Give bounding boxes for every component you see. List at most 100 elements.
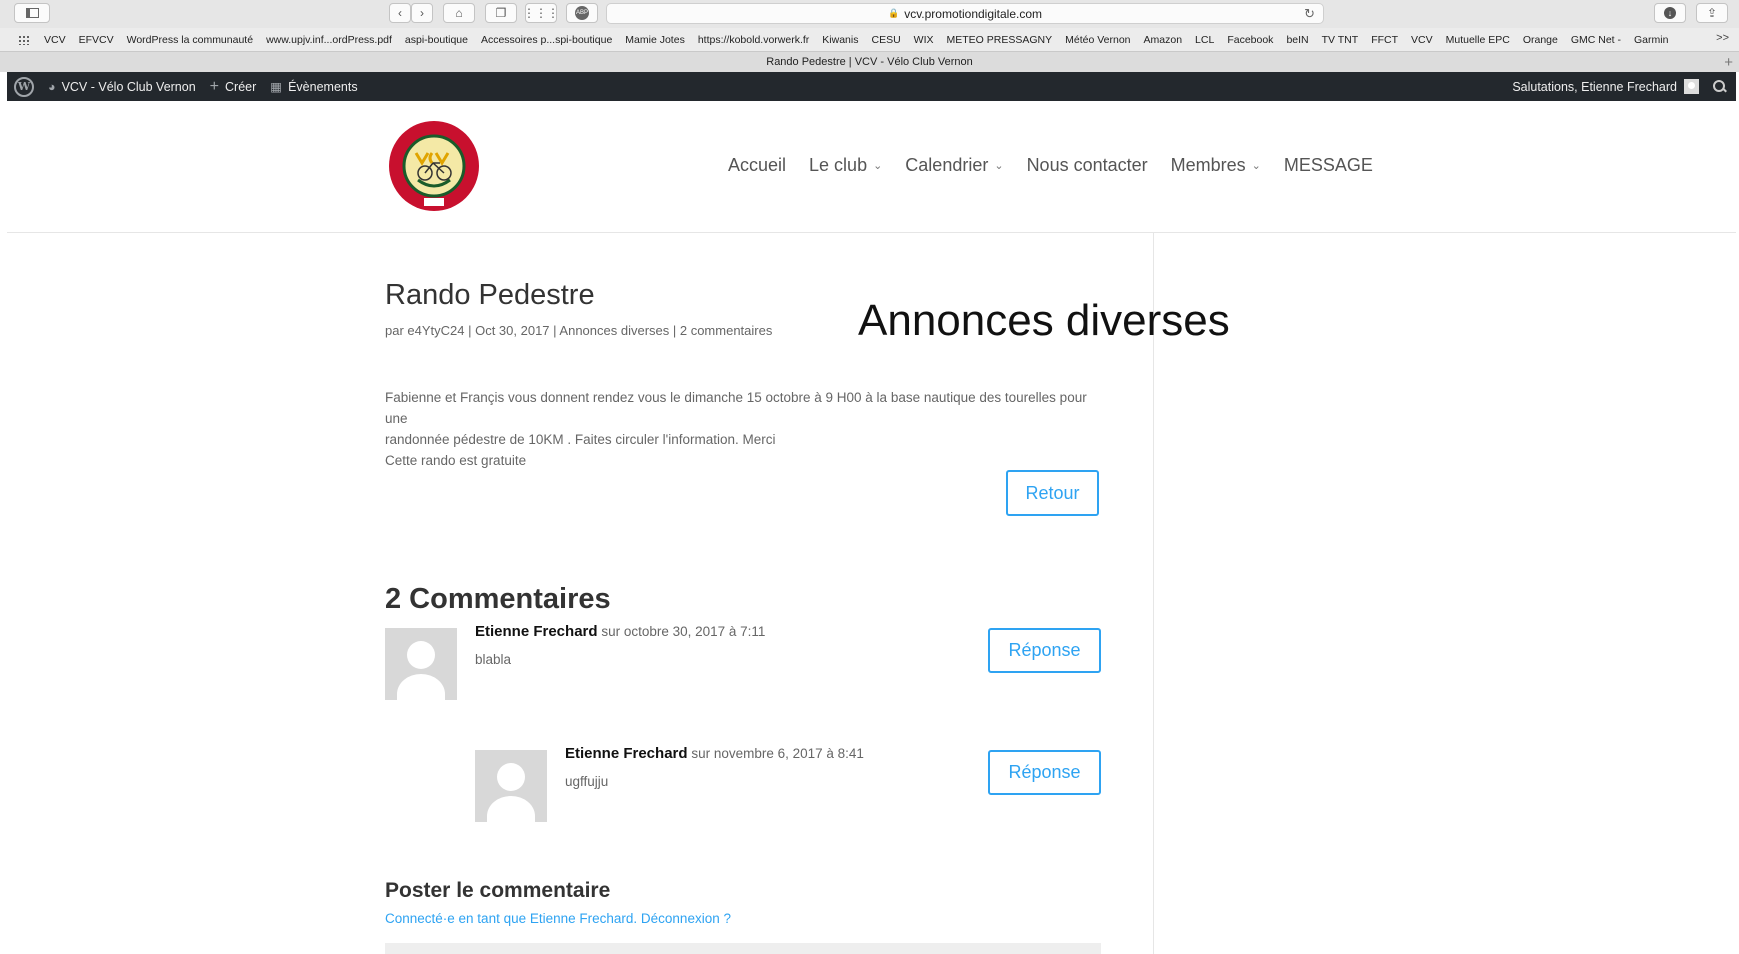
tabs-overview-button[interactable]: ❐ [485,3,517,23]
nav-item-le-club[interactable]: Le club ⌄ [809,155,882,176]
reload-icon[interactable]: ↻ [1304,6,1315,22]
bookmark-item[interactable]: TV TNT [1322,34,1359,46]
bookmark-item[interactable]: WordPress la communauté [127,34,253,46]
share-icon: ⇪ [1706,6,1718,20]
comment-author[interactable]: Etienne Frechard [475,623,598,640]
post-meta: par e4YtyC24 | Oct 30, 2017 | Annonces d… [385,323,773,338]
admin-create-label: Créer [225,79,257,94]
bookmarks-bar: VCV EFVCV WordPress la communauté www.up… [0,30,1739,50]
bookmarks-grid-icon[interactable] [18,35,30,45]
reply-button[interactable]: Réponse [988,628,1101,673]
share-button[interactable]: ⇪ [1696,3,1728,23]
post-paragraph: Fabienne et Françis vous donnent rendez … [385,390,1087,426]
plus-icon: + [209,77,220,95]
post-paragraph: Cette rando est gratuite [385,453,527,468]
comment-date[interactable]: sur novembre 6, 2017 à 8:41 [691,746,864,761]
new-tab-icon[interactable]: + [1724,54,1733,71]
site-logo[interactable] [388,120,480,212]
admin-events-link[interactable]: ▦ Évènements [270,79,358,95]
respond-title: Poster le commentaire [385,879,611,902]
admin-search-icon[interactable] [1713,80,1726,93]
bookmark-item[interactable]: Accessoires p...spi-boutique [481,34,612,46]
comment-author[interactable]: Etienne Frechard [565,745,688,762]
nav-label: MESSAGE [1283,155,1373,175]
admin-avatar[interactable] [1684,79,1699,94]
sidebar-toggle-button[interactable] [14,3,50,23]
wordpress-logo-icon[interactable]: W [14,76,34,97]
site-header: Accueil Le club ⌄ Calendrier ⌄ Nous contac… [7,101,1736,233]
adblock-icon: ABP [575,6,589,20]
grid-icon: ⋮⋮⋮ [523,6,559,20]
comment-date[interactable]: sur octobre 30, 2017 à 7:11 [601,624,765,639]
nav-item-accueil[interactable]: Accueil [728,155,786,176]
sidebar-icon [25,8,39,18]
admin-greeting[interactable]: Salutations, Etienne Frechard [1512,80,1677,94]
home-icon: ⌂ [455,6,463,20]
post-paragraph: randonnée pédestre de 10KM . Faites circ… [385,432,776,447]
browser-chrome: ‹ › ⌂ ❐ ⋮⋮⋮ ABP 🔒 vcv.promotiondigitale.… [0,0,1739,72]
bookmark-item[interactable]: Mamie Jotes [625,34,685,46]
bookmark-item[interactable]: VCV [44,34,66,46]
chevron-down-icon: ⌄ [873,160,883,172]
comment-text: blabla [475,652,512,667]
bookmark-item[interactable]: EFVCV [79,34,114,46]
comment-avatar [475,750,547,822]
bookmark-item[interactable]: Facebook [1227,34,1273,46]
bookmark-item[interactable]: www.upjv.inf...ordPress.pdf [266,34,392,46]
bookmark-item[interactable]: VCV [1411,34,1433,46]
adblock-button[interactable]: ABP [566,3,598,23]
nav-label: Accueil [728,155,787,175]
downloads-button[interactable]: ↓ [1654,3,1686,23]
bookmark-item[interactable]: Kiwanis [822,34,858,46]
address-bar[interactable]: 🔒 vcv.promotiondigitale.com ↻ [606,3,1324,24]
nav-item-membres[interactable]: Membres ⌄ [1171,155,1261,176]
bookmark-item[interactable]: GMC Net - [1571,34,1621,46]
back-button[interactable]: ‹ [389,3,411,23]
wp-admin-bar: W ◕ VCV - Vélo Club Vernon + Créer ▦ Évè… [7,72,1736,101]
bookmark-item[interactable]: Mutuelle EPC [1446,34,1510,46]
lock-icon: 🔒 [887,8,900,18]
nav-label: Membres [1170,155,1246,175]
bookmark-item[interactable]: CESU [871,34,900,46]
tab-bar: Rando Pedestre | VCV - Vélo Club Vernon … [0,51,1739,72]
bookmark-item[interactable]: Météo Vernon [1065,34,1130,46]
comment-header: Etienne Frechard sur novembre 6, 2017 à … [565,745,864,762]
bookmark-item[interactable]: Orange [1523,34,1558,46]
bookmark-item[interactable]: FFCT [1371,34,1398,46]
admin-create-link[interactable]: + Créer [210,78,257,96]
post-title: Rando Pedestre [385,279,595,311]
bookmark-item[interactable]: beIN [1286,34,1308,46]
nav-item-calendrier[interactable]: Calendrier ⌄ [905,155,1003,176]
bookmark-item[interactable]: LCL [1195,34,1214,46]
post-content: Fabienne et Françis vous donnent rendez … [385,387,1105,471]
bookmark-item[interactable]: METEO PRESSAGNY [947,34,1053,46]
bookmark-item[interactable]: aspi-boutique [405,34,468,46]
forward-button[interactable]: › [411,3,433,23]
admin-events-label: Évènements [288,79,358,94]
main-nav: Accueil Le club ⌄ Calendrier ⌄ Nous contac… [728,155,1396,176]
admin-site-link[interactable]: ◕ VCV - Vélo Club Vernon [48,80,196,94]
bookmark-item[interactable]: Garmin [1634,34,1668,46]
comment-text: ugffujju [565,774,609,789]
tab-title[interactable]: Rando Pedestre | VCV - Vélo Club Vernon [766,56,972,68]
nav-label: Le club [809,155,868,175]
nav-label: Calendrier [905,155,989,175]
bookmark-item[interactable]: Amazon [1144,34,1183,46]
nav-item-message[interactable]: MESSAGE [1284,155,1373,176]
bookmark-item[interactable]: https://kobold.vorwerk.fr [698,34,809,46]
comment-header: Etienne Frechard sur octobre 30, 2017 à … [475,623,765,640]
comments-title: 2 Commentaires [385,583,611,615]
top-sites-button[interactable]: ⋮⋮⋮ [523,3,559,23]
chevron-right-icon: › [420,6,424,20]
bookmark-item[interactable]: WIX [914,34,934,46]
reply-button[interactable]: Réponse [988,750,1101,795]
calendar-icon: ▦ [270,80,283,94]
admin-site-name: VCV - Vélo Club Vernon [61,79,196,94]
chevron-down-icon: ⌄ [994,160,1004,172]
back-button-retour[interactable]: Retour [1006,470,1099,516]
comment-textarea[interactable] [385,943,1101,954]
logged-in-link[interactable]: Connecté·e en tant que Etienne Frechard.… [385,911,731,926]
home-button[interactable]: ⌂ [443,3,475,23]
nav-item-nous-contacter[interactable]: Nous contacter [1027,155,1148,176]
bookmarks-more-button[interactable]: >> [1716,32,1729,44]
